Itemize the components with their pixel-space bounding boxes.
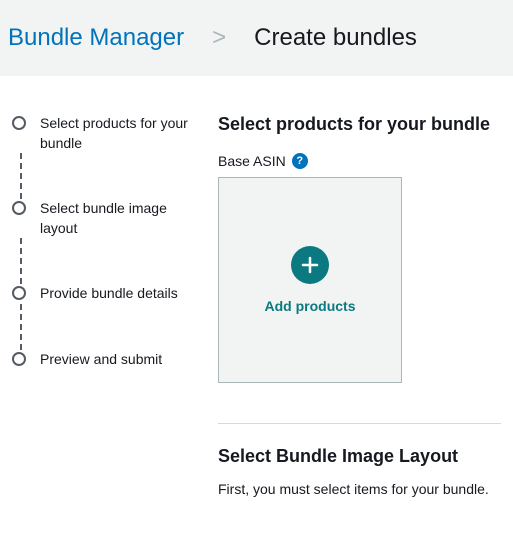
step-image-layout[interactable]: Select bundle image layout bbox=[12, 199, 202, 238]
add-products-label: Add products bbox=[265, 298, 356, 314]
breadcrumb-current: Create bundles bbox=[254, 24, 417, 52]
help-icon[interactable]: ? bbox=[292, 153, 308, 169]
section-divider bbox=[218, 423, 501, 424]
section-heading-image-layout: Select Bundle Image Layout bbox=[218, 446, 501, 467]
step-label: Select products for your bundle bbox=[26, 114, 202, 153]
step-select-products[interactable]: Select products for your bundle bbox=[12, 114, 202, 153]
breadcrumb: Bundle Manager > Create bundles bbox=[0, 24, 513, 52]
add-products-card[interactable]: Add products bbox=[218, 177, 402, 383]
step-connector bbox=[20, 238, 202, 284]
plus-icon bbox=[291, 246, 329, 284]
step-label: Select bundle image layout bbox=[26, 199, 202, 238]
field-label-base-asin: Base ASIN bbox=[218, 153, 286, 169]
step-circle-icon bbox=[12, 352, 26, 366]
step-circle-icon bbox=[12, 286, 26, 300]
chevron-right-icon: > bbox=[212, 24, 226, 52]
main-panel: Select products for your bundle Base ASI… bbox=[218, 114, 513, 497]
section-heading-select-products: Select products for your bundle bbox=[218, 114, 501, 135]
step-preview-submit[interactable]: Preview and submit bbox=[12, 350, 202, 370]
breadcrumb-link-bundle-manager[interactable]: Bundle Manager bbox=[8, 24, 184, 52]
section-note: First, you must select items for your bu… bbox=[218, 481, 501, 497]
step-circle-icon bbox=[12, 201, 26, 215]
step-connector bbox=[20, 153, 202, 199]
step-label: Preview and submit bbox=[26, 350, 162, 370]
step-bundle-details[interactable]: Provide bundle details bbox=[12, 284, 202, 304]
step-circle-icon bbox=[12, 116, 26, 130]
field-label-row: Base ASIN ? bbox=[218, 153, 501, 169]
step-connector bbox=[20, 304, 202, 350]
page-header: Bundle Manager > Create bundles bbox=[0, 0, 513, 76]
step-label: Provide bundle details bbox=[26, 284, 178, 304]
stepper: Select products for your bundle Select b… bbox=[0, 114, 218, 497]
